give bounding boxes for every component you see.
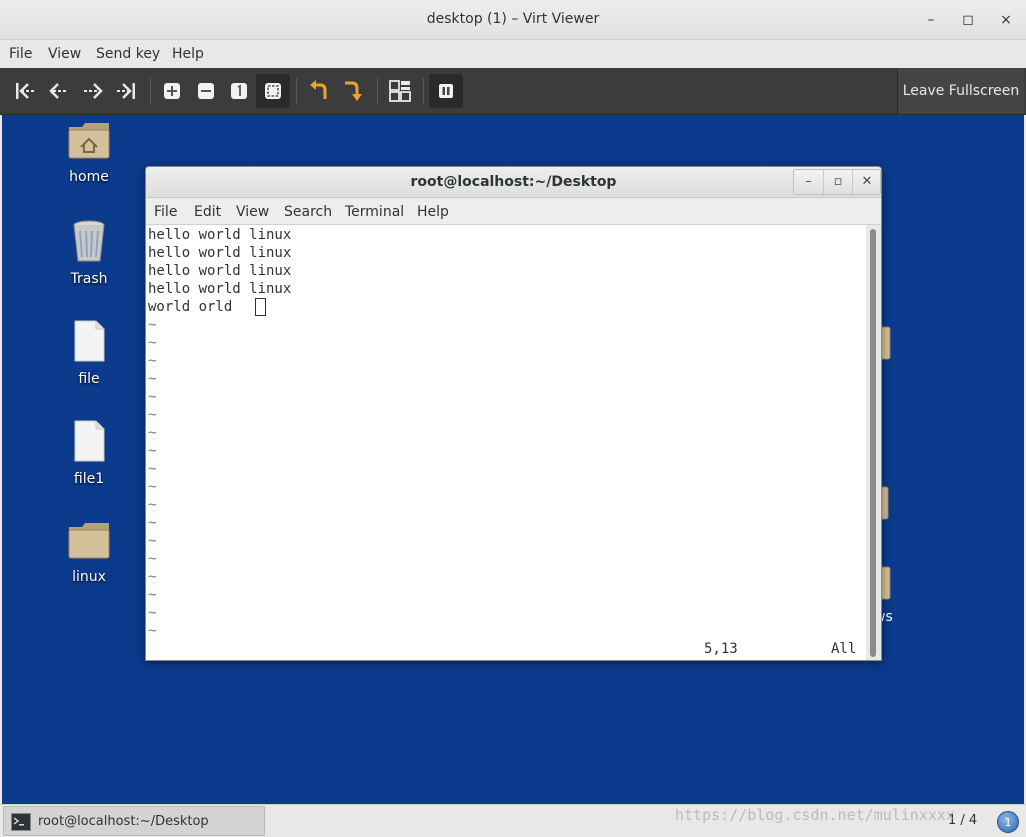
folder-icon bbox=[68, 523, 110, 559]
terminal-line: hello world linux bbox=[148, 227, 292, 243]
window-title: desktop (1) – Virt Viewer bbox=[426, 11, 600, 27]
toolbar-separator bbox=[150, 78, 151, 104]
tilde-line: ~ bbox=[148, 479, 157, 495]
terminal-menu-terminal[interactable]: Terminal bbox=[345, 204, 404, 220]
taskbar-item-label: root@localhost:~/Desktop bbox=[38, 814, 209, 829]
terminal-menubar: File Edit View Search Terminal Help bbox=[146, 198, 881, 225]
trash-icon bbox=[73, 220, 105, 262]
desktop-icon-label: file1 bbox=[73, 471, 105, 487]
notification-badge[interactable]: 1 bbox=[997, 811, 1019, 833]
minimize-button[interactable]: – bbox=[919, 8, 943, 32]
zoom-in-icon[interactable] bbox=[155, 74, 189, 108]
tilde-line: ~ bbox=[148, 551, 157, 567]
terminal-close-button[interactable]: ✕ bbox=[852, 170, 881, 194]
tilde-line: ~ bbox=[148, 317, 157, 333]
tilde-line: ~ bbox=[148, 569, 157, 585]
toolbar-separator bbox=[377, 78, 378, 104]
terminal-menu-view[interactable]: View bbox=[236, 204, 269, 220]
tilde-line: ~ bbox=[148, 389, 157, 405]
pause-icon[interactable] bbox=[429, 74, 463, 108]
terminal-window[interactable]: root@localhost:~/Desktop – ▫ ✕ File Edit… bbox=[145, 166, 882, 661]
undo-icon[interactable] bbox=[302, 74, 336, 108]
desktop-icon-home[interactable]: home bbox=[54, 119, 124, 185]
menubar: File View Send key Help bbox=[0, 40, 1026, 68]
menu-help[interactable]: Help bbox=[172, 46, 204, 62]
tilde-line: ~ bbox=[148, 605, 157, 621]
tilde-line: ~ bbox=[148, 425, 157, 441]
zoom-out-icon[interactable] bbox=[189, 74, 223, 108]
desktop-icon-label: file bbox=[78, 371, 100, 387]
first-page-icon[interactable] bbox=[8, 74, 42, 108]
terminal-line: hello world linux bbox=[148, 281, 292, 297]
terminal-line: hello world linux bbox=[148, 263, 292, 279]
tilde-line: ~ bbox=[148, 515, 157, 531]
home-folder-icon bbox=[68, 123, 110, 159]
next-icon[interactable] bbox=[76, 74, 110, 108]
tilde-line: ~ bbox=[148, 335, 157, 351]
toolbar bbox=[0, 68, 1026, 115]
redo-icon[interactable] bbox=[336, 74, 370, 108]
terminal-text-area[interactable]: hello world linux hello world linux hell… bbox=[146, 225, 868, 660]
file-icon bbox=[74, 420, 105, 462]
tilde-line: ~ bbox=[148, 533, 157, 549]
terminal-menu-search[interactable]: Search bbox=[284, 204, 332, 220]
text-cursor bbox=[255, 298, 266, 316]
terminal-menu-edit[interactable]: Edit bbox=[194, 204, 221, 220]
watermark: https://blog.csdn.net/mulinxxxx bbox=[675, 806, 955, 824]
display-grid-icon[interactable] bbox=[383, 74, 417, 108]
tilde-line: ~ bbox=[148, 353, 157, 369]
desktop-icon-file1[interactable]: file1 bbox=[54, 419, 124, 487]
desktop-icon-label: Trash bbox=[70, 271, 108, 287]
terminal-titlebar[interactable]: root@localhost:~/Desktop – ▫ ✕ bbox=[146, 167, 881, 198]
terminal-line: world orld bbox=[148, 299, 241, 315]
tilde-line: ~ bbox=[148, 623, 157, 639]
desktop-icon-label: home bbox=[69, 169, 109, 185]
zoom-fit-icon[interactable] bbox=[256, 74, 290, 108]
tilde-line: ~ bbox=[148, 587, 157, 603]
last-page-icon[interactable] bbox=[109, 74, 143, 108]
previous-icon[interactable] bbox=[42, 74, 76, 108]
toolbar-separator bbox=[423, 78, 424, 104]
close-button[interactable]: × bbox=[994, 8, 1018, 32]
file-icon bbox=[74, 320, 105, 362]
tilde-line: ~ bbox=[148, 407, 157, 423]
terminal-line: hello world linux bbox=[148, 245, 292, 261]
taskbar-item-terminal[interactable]: root@localhost:~/Desktop bbox=[3, 806, 265, 836]
terminal-menu-help[interactable]: Help bbox=[417, 204, 449, 220]
tilde-line: ~ bbox=[148, 371, 157, 387]
scrollbar-thumb[interactable] bbox=[870, 229, 876, 657]
menu-file[interactable]: File bbox=[9, 46, 32, 62]
terminal-scrollbar[interactable] bbox=[866, 225, 881, 660]
terminal-maximize-button[interactable]: ▫ bbox=[823, 170, 852, 194]
terminal-menu-file[interactable]: File bbox=[154, 204, 177, 220]
terminal-icon bbox=[11, 813, 31, 831]
tilde-line: ~ bbox=[148, 443, 157, 459]
desktop-icon-label: linux bbox=[72, 569, 106, 585]
guest-desktop: home Trash file file1 linux t ws root@lo… bbox=[2, 115, 1024, 804]
window-titlebar: desktop (1) – Virt Viewer – ◻ × bbox=[0, 0, 1026, 40]
toolbar-separator bbox=[296, 78, 297, 104]
terminal-window-buttons: – ▫ ✕ bbox=[793, 169, 881, 195]
desktop-icon-file[interactable]: file bbox=[54, 319, 124, 387]
tilde-line: ~ bbox=[148, 461, 157, 477]
terminal-minimize-button[interactable]: – bbox=[794, 170, 823, 194]
terminal-title: root@localhost:~/Desktop bbox=[410, 174, 617, 190]
maximize-button[interactable]: ◻ bbox=[956, 8, 980, 32]
desktop-icon-trash[interactable]: Trash bbox=[54, 219, 124, 287]
scroll-position: All bbox=[831, 641, 857, 657]
zoom-normal-icon[interactable] bbox=[222, 74, 256, 108]
leave-fullscreen-button[interactable]: Leave Fullscreen bbox=[897, 68, 1024, 114]
desktop-icon-linux[interactable]: linux bbox=[54, 519, 124, 585]
menu-send-key[interactable]: Send key bbox=[96, 46, 160, 62]
tilde-line: ~ bbox=[148, 497, 157, 513]
cursor-position: 5,13 bbox=[704, 641, 738, 657]
menu-view[interactable]: View bbox=[48, 46, 81, 62]
